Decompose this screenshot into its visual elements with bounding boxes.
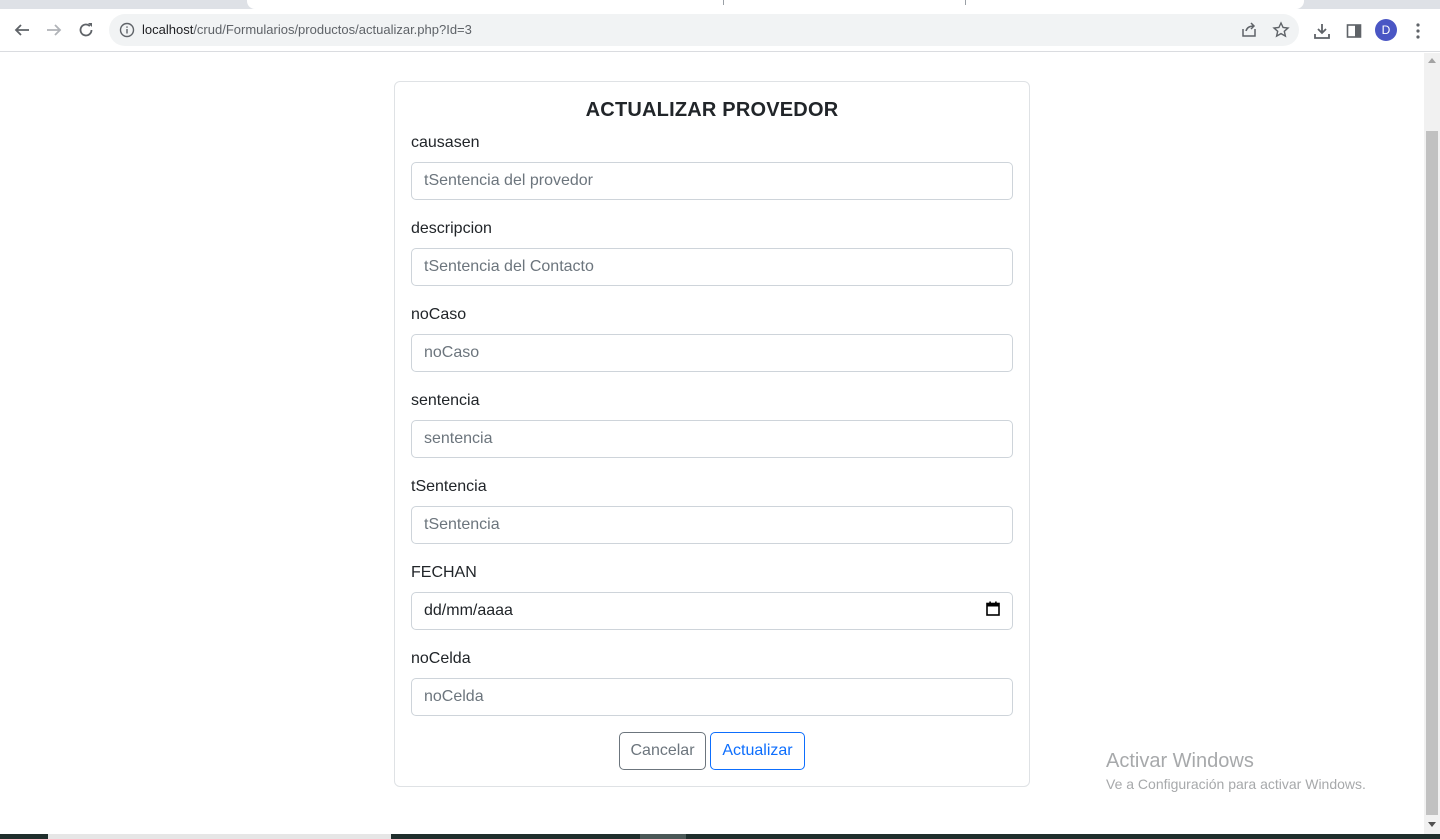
descripcion-label: descripcion	[411, 220, 492, 237]
update-button[interactable]: Actualizar	[710, 732, 805, 770]
cancel-button[interactable]: Cancelar	[619, 732, 706, 770]
sentencia-input[interactable]	[411, 420, 1013, 458]
back-arrow-icon	[14, 24, 29, 36]
update-form-card: ACTUALIZAR PROVEDOR causasen descripcion…	[394, 81, 1030, 787]
sentencia-label: sentencia	[411, 392, 480, 409]
nocelda-label: noCelda	[411, 650, 471, 667]
scroll-up-arrow-icon[interactable]	[1428, 58, 1436, 63]
forward-arrow-icon	[47, 24, 62, 36]
activate-windows-subtitle: Ve a Configuración para activar Windows.	[1106, 776, 1366, 792]
activate-windows-title: Activar Windows	[1106, 750, 1254, 772]
address-bar[interactable]: localhost/crud/Formularios/productos/act…	[109, 14, 1299, 46]
url-text: localhost/crud/Formularios/productos/act…	[142, 22, 472, 37]
page-viewport: ACTUALIZAR PROVEDOR causasen descripcion…	[0, 53, 1424, 839]
tsentencia-input[interactable]	[411, 506, 1013, 544]
kebab-menu-icon[interactable]	[1408, 21, 1428, 41]
url-host: localhost	[142, 22, 194, 37]
forward-button[interactable]	[40, 16, 68, 44]
profile-avatar[interactable]: D	[1375, 19, 1397, 41]
side-panel-icon[interactable]	[1344, 21, 1364, 41]
active-tab[interactable]	[247, 0, 1304, 9]
nocaso-label: noCaso	[411, 306, 467, 323]
descripcion-input[interactable]	[411, 248, 1013, 286]
taskbar	[0, 834, 1440, 839]
url-path: /crud/Formularios/productos/actualizar.p…	[193, 22, 472, 37]
tab-separator	[965, 0, 966, 5]
calendar-icon[interactable]	[986, 601, 1000, 621]
nocaso-input[interactable]	[411, 334, 1013, 372]
tab-strip	[0, 0, 1440, 9]
scroll-down-arrow-icon[interactable]	[1428, 822, 1436, 827]
fechan-date-input[interactable]: dd/mm/aaaa	[411, 592, 1013, 630]
reload-button[interactable]	[72, 16, 100, 44]
browser-toolbar: localhost/crud/Formularios/productos/act…	[0, 9, 1440, 52]
back-button[interactable]	[8, 16, 36, 44]
taskbar-item[interactable]	[640, 834, 686, 839]
download-icon[interactable]	[1312, 21, 1332, 41]
scroll-thumb[interactable]	[1426, 131, 1438, 815]
taskbar-item[interactable]	[48, 834, 391, 839]
fechan-label: FECHAN	[411, 564, 477, 581]
site-info-icon[interactable]	[119, 22, 135, 43]
tab-separator	[723, 0, 724, 5]
date-value: dd/mm/aaaa	[424, 602, 513, 619]
form-title: ACTUALIZAR PROVEDOR	[585, 99, 839, 121]
share-icon[interactable]	[1240, 21, 1258, 39]
nocelda-input[interactable]	[411, 678, 1013, 716]
causasen-input[interactable]	[411, 162, 1013, 200]
reload-icon	[79, 23, 93, 37]
bookmark-star-icon[interactable]	[1272, 21, 1290, 39]
causasen-label: causasen	[411, 134, 480, 151]
page-scrollbar[interactable]	[1424, 53, 1440, 839]
tsentencia-label: tSentencia	[411, 478, 487, 495]
